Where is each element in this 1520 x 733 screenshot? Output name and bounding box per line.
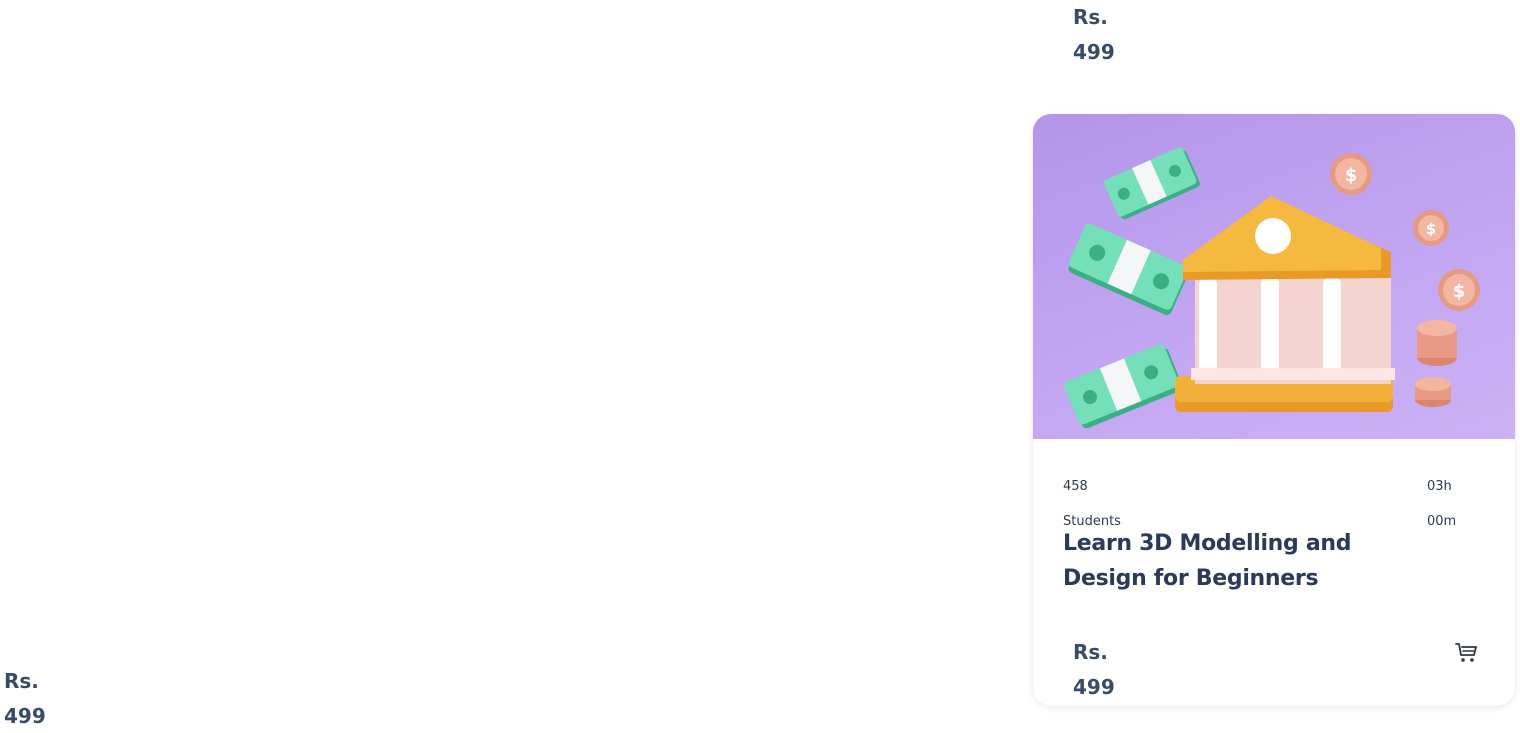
- price-currency: Rs.: [4, 669, 39, 693]
- svg-text:$: $: [1453, 281, 1466, 302]
- duration-minutes: 00m: [1427, 514, 1457, 529]
- price-offscreen-card: Rs. 499: [4, 664, 46, 733]
- bank-money-illustration-icon: $ $ $: [1064, 147, 1480, 429]
- price-currency: Rs.: [1073, 5, 1108, 29]
- add-to-cart-button[interactable]: [1451, 638, 1483, 668]
- price-currency: Rs.: [1073, 640, 1108, 664]
- price-previous-card: Rs. 499: [1073, 0, 1115, 70]
- svg-text:$: $: [1426, 220, 1436, 238]
- price-amount: 499: [1073, 675, 1115, 699]
- price-amount: 499: [4, 704, 46, 728]
- page: Rs. 499 Rs. 499 $ $ $ 458 Students 03h 0…: [0, 0, 1520, 733]
- cart-icon: [1455, 643, 1477, 662]
- students-count: 458: [1063, 479, 1088, 494]
- course-card[interactable]: $ $ $ 458 Students 03h 00m Learn 3D Mode…: [1033, 114, 1515, 706]
- course-price: Rs. 499: [1073, 635, 1115, 705]
- svg-text:$: $: [1345, 165, 1358, 186]
- duration-hours: 03h: [1427, 479, 1452, 494]
- course-title[interactable]: Learn 3D Modelling and Design for Beginn…: [1063, 526, 1423, 596]
- course-thumbnail[interactable]: $ $ $: [1033, 114, 1515, 439]
- price-amount: 499: [1073, 40, 1115, 64]
